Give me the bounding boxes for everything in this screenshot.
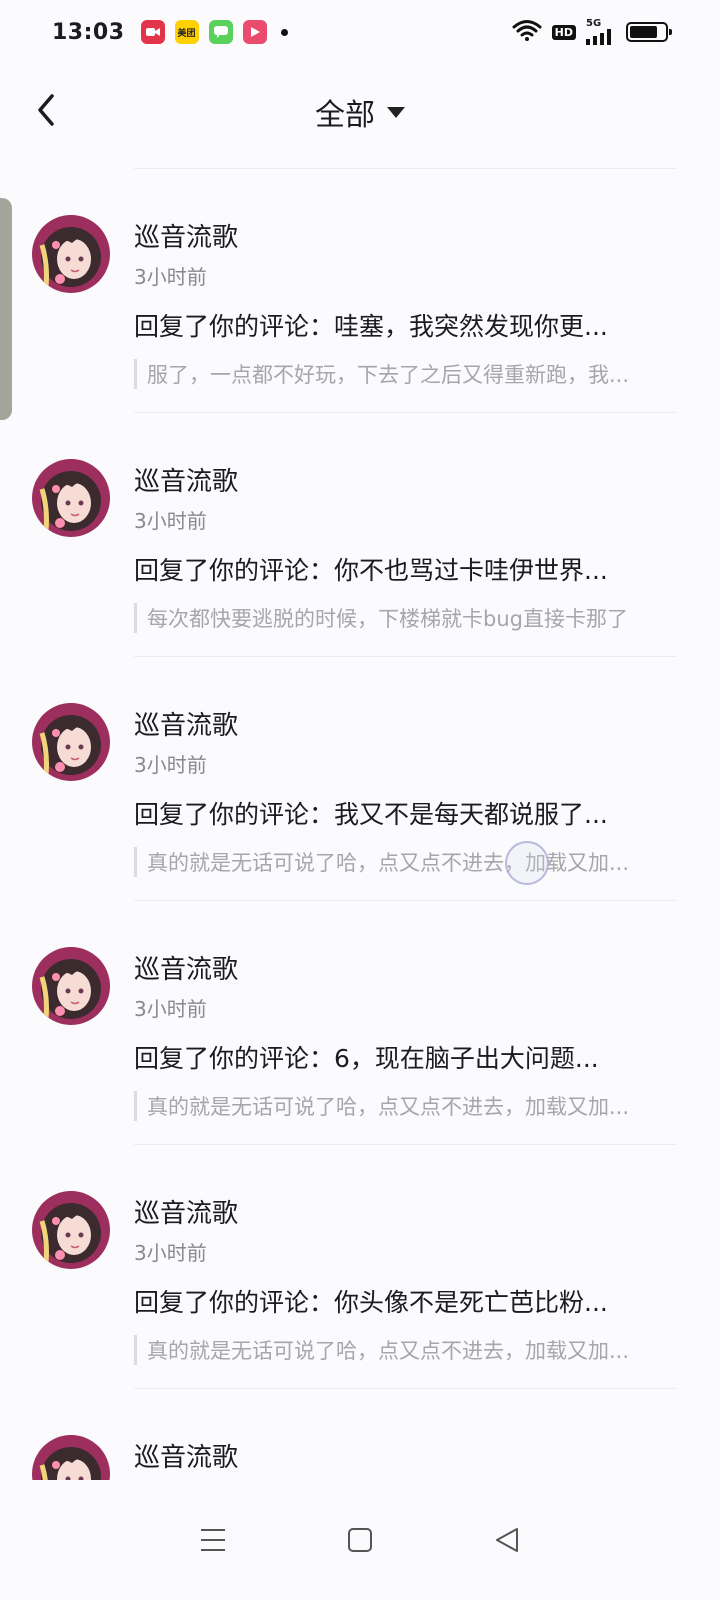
back-arrow-icon bbox=[38, 94, 54, 126]
quoted-comment: 真的就是无话可说了哈，点又点不进去，加载又加... bbox=[134, 1091, 678, 1121]
back-nav-button[interactable] bbox=[487, 1520, 527, 1560]
quoted-comment: 真的就是无话可说了哈，点又点不进去，加载又加... bbox=[134, 847, 678, 877]
touch-indicator bbox=[505, 841, 549, 885]
meituan-app-label: 美团 bbox=[177, 28, 196, 39]
quoted-comment: 真的就是无话可说了哈，点又点不进去，加载又加... bbox=[134, 1335, 678, 1365]
more-notifications-dot bbox=[280, 28, 288, 36]
hd-indicator: HD bbox=[551, 24, 576, 40]
username[interactable]: 巡音流歌 bbox=[134, 217, 238, 254]
username[interactable]: 巡音流歌 bbox=[134, 1437, 238, 1474]
avatar[interactable] bbox=[32, 947, 110, 1025]
timestamp: 3小时前 bbox=[134, 509, 207, 533]
wifi-icon bbox=[512, 19, 542, 45]
reply-item[interactable]: 巡音流歌 bbox=[0, 1389, 720, 1480]
menu-icon bbox=[201, 1529, 226, 1551]
navigation-bar bbox=[0, 1480, 720, 1600]
battery-icon bbox=[626, 22, 672, 42]
header: 全部 bbox=[0, 64, 720, 160]
video-app-icon bbox=[140, 20, 165, 44]
quoted-comment: 服了，一点都不好玩，下去了之后又得重新跑，我... bbox=[134, 359, 678, 389]
avatar[interactable] bbox=[32, 459, 110, 537]
reply-item[interactable]: 巡音流歌 3小时前 回复了你的评论：你头像不是死亡芭比粉... 真的就是无话可说… bbox=[0, 1145, 720, 1389]
status-time: 13:03 bbox=[52, 19, 125, 45]
timestamp: 3小时前 bbox=[134, 1241, 207, 1265]
back-triangle-icon bbox=[495, 1528, 518, 1552]
reply-item[interactable]: 巡音流歌 3小时前 回复了你的评论：哇塞，我突然发现你更... 服了，一点都不好… bbox=[0, 169, 720, 413]
timestamp: 3小时前 bbox=[134, 265, 207, 289]
notification-icons: 美团 bbox=[140, 20, 288, 44]
quoted-comment: 每次都快要逃脱的时候，下楼梯就卡bug直接卡那了 bbox=[134, 603, 678, 633]
avatar[interactable] bbox=[32, 703, 110, 781]
username[interactable]: 巡音流歌 bbox=[134, 1193, 238, 1230]
network-type-label: 5G bbox=[586, 18, 602, 29]
reply-item[interactable]: 巡音流歌 3小时前 回复了你的评论：我又不是每天都说服了... 真的就是无话可说… bbox=[0, 657, 720, 901]
reply-text: 回复了你的评论：哇塞，我突然发现你更... bbox=[134, 312, 608, 341]
menu-button[interactable] bbox=[193, 1520, 233, 1560]
username[interactable]: 巡音流歌 bbox=[134, 461, 238, 498]
status-bar: 13:03 美团 HD 5G bbox=[0, 0, 720, 64]
cellular-signal-icon: 5G bbox=[586, 19, 616, 45]
home-button[interactable] bbox=[340, 1520, 380, 1560]
reply-list[interactable]: 巡音流歌 3小时前 回复了你的评论：哇塞，我突然发现你更... 服了，一点都不好… bbox=[0, 168, 720, 1480]
reply-item[interactable]: 巡音流歌 3小时前 回复了你的评论：你不也骂过卡哇伊世界... 每次都快要逃脱的… bbox=[0, 413, 720, 657]
messages-app-icon bbox=[208, 20, 233, 44]
reply-text: 回复了你的评论：你不也骂过卡哇伊世界... bbox=[134, 556, 608, 585]
filter-dropdown[interactable]: 全部 bbox=[315, 90, 405, 134]
meituan-app-icon: 美团 bbox=[174, 20, 199, 44]
timestamp: 3小时前 bbox=[134, 753, 207, 777]
avatar[interactable] bbox=[32, 215, 110, 293]
system-status-icons: HD 5G bbox=[512, 19, 672, 45]
home-icon bbox=[347, 1528, 372, 1552]
page-title: 全部 bbox=[315, 98, 375, 133]
reply-text: 回复了你的评论：你头像不是死亡芭比粉... bbox=[134, 1288, 608, 1317]
reply-text: 回复了你的评论：我又不是每天都说服了... bbox=[134, 800, 608, 829]
username[interactable]: 巡音流歌 bbox=[134, 705, 238, 742]
reply-text: 回复了你的评论：6，现在脑子出大问题... bbox=[134, 1044, 599, 1073]
avatar[interactable] bbox=[32, 1435, 110, 1480]
caret-down-icon bbox=[387, 106, 405, 118]
timestamp: 3小时前 bbox=[134, 997, 207, 1021]
username[interactable]: 巡音流歌 bbox=[134, 949, 238, 986]
avatar[interactable] bbox=[32, 1191, 110, 1269]
reply-item[interactable]: 巡音流歌 3小时前 回复了你的评论：6，现在脑子出大问题... 真的就是无话可说… bbox=[0, 901, 720, 1145]
back-button[interactable] bbox=[30, 90, 70, 130]
video-player-app-icon bbox=[242, 20, 267, 44]
